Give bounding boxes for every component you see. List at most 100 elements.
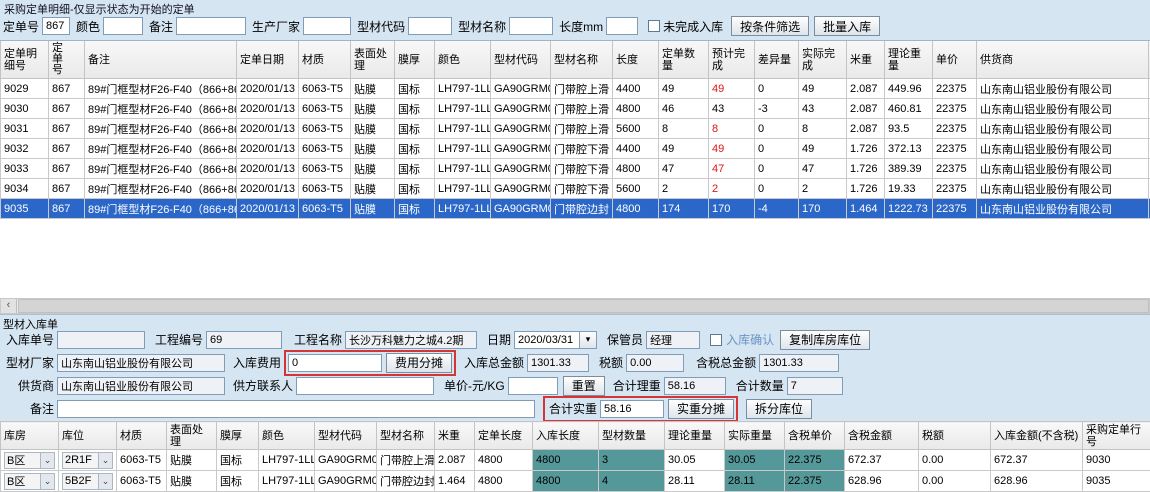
col-header-amount_notax[interactable]: 入库金额(不含税): [991, 422, 1083, 450]
col-header-in_length[interactable]: 入库长度: [533, 422, 599, 450]
cell-date[interactable]: 2020/01/13: [237, 139, 299, 159]
weight-share-button[interactable]: 实重分摊: [668, 399, 734, 419]
supplier-input[interactable]: [57, 377, 225, 395]
project-no-input[interactable]: [206, 331, 282, 349]
fee-share-button[interactable]: 费用分摊: [386, 353, 452, 373]
cell-m_weight[interactable]: 1.464: [847, 199, 885, 219]
col-header-m_weight[interactable]: 米重: [847, 41, 885, 79]
cell-amount_notax[interactable]: 628.96: [991, 471, 1083, 492]
cell-price[interactable]: 22375: [933, 99, 977, 119]
cell-surface[interactable]: 贴膜: [351, 159, 395, 179]
col-header-surface[interactable]: 表面处理: [351, 41, 395, 79]
col-header-t_weight[interactable]: 理论重量: [885, 41, 933, 79]
cell-surface[interactable]: 贴膜: [351, 119, 395, 139]
cell-t_weight[interactable]: 19.33: [885, 179, 933, 199]
cell-code[interactable]: GA90GRM04: [491, 179, 551, 199]
cell-name[interactable]: 门带腔下滑: [551, 179, 613, 199]
col-header-slot[interactable]: 库位: [59, 422, 117, 450]
reset-button[interactable]: 重置: [563, 376, 605, 396]
cell-t_weight[interactable]: 449.96: [885, 79, 933, 99]
cell-m_weight[interactable]: 1.464: [435, 471, 475, 492]
cell-expected[interactable]: 170: [709, 199, 755, 219]
order-row[interactable]: 903586789#门框型材F26-F40（866+867）2020/01/13…: [1, 199, 1150, 219]
col-header-supplier[interactable]: 供货商: [977, 41, 1149, 79]
cell-surface[interactable]: 贴膜: [351, 139, 395, 159]
cell-remark[interactable]: 89#门框型材F26-F40（866+867）: [85, 199, 237, 219]
filter-color-input[interactable]: [103, 17, 143, 35]
col-header-qty[interactable]: 型材数量: [599, 422, 665, 450]
fee-input[interactable]: [288, 354, 382, 372]
cell-m_weight[interactable]: 1.726: [847, 179, 885, 199]
cell-supplier[interactable]: 山东南山铝业股份有限公司: [977, 119, 1149, 139]
cell-film[interactable]: 国标: [395, 99, 435, 119]
cell-code[interactable]: GA90GRM03: [491, 119, 551, 139]
col-header-name[interactable]: 型材名称: [377, 422, 435, 450]
cell-qty[interactable]: 49: [659, 79, 709, 99]
horizontal-scrollbar[interactable]: ‹: [0, 298, 1150, 314]
total-amount-input[interactable]: [527, 354, 589, 372]
cell-t_weight[interactable]: 372.13: [885, 139, 933, 159]
cell-code[interactable]: GA90GRM05: [491, 199, 551, 219]
cell-warehouse[interactable]: B区⌄: [1, 471, 59, 492]
col-header-id[interactable]: 定单明细号: [1, 41, 49, 79]
cell-price[interactable]: 22375: [933, 79, 977, 99]
split-slot-button[interactable]: 拆分库位: [746, 399, 812, 419]
cell-id[interactable]: 9031: [1, 119, 49, 139]
cell-price[interactable]: 22375: [933, 139, 977, 159]
col-header-material[interactable]: 材质: [299, 41, 351, 79]
cell-expected[interactable]: 49: [709, 139, 755, 159]
cell-order_no[interactable]: 867: [49, 159, 85, 179]
cell-amount_tax[interactable]: 628.96: [845, 471, 919, 492]
cell-actual[interactable]: 8: [799, 119, 847, 139]
col-header-price_tax[interactable]: 含税单价: [785, 422, 845, 450]
cell-qty[interactable]: 4: [599, 471, 665, 492]
cell-price_tax[interactable]: 22.375: [785, 471, 845, 492]
tax-input[interactable]: [626, 354, 684, 372]
cell-qty[interactable]: 8: [659, 119, 709, 139]
col-header-tax[interactable]: 税额: [919, 422, 991, 450]
cell-supplier[interactable]: 山东南山铝业股份有限公司: [977, 139, 1149, 159]
cell-t_weight[interactable]: 460.81: [885, 99, 933, 119]
cell-name[interactable]: 门带腔下滑: [551, 139, 613, 159]
cell-film[interactable]: 国标: [395, 199, 435, 219]
cell-diff[interactable]: 0: [755, 119, 799, 139]
cell-film[interactable]: 国标: [395, 79, 435, 99]
cell-length[interactable]: 4800: [613, 199, 659, 219]
cell-supplier[interactable]: 山东南山铝业股份有限公司: [977, 79, 1149, 99]
cell-actual[interactable]: 47: [799, 159, 847, 179]
cell-material[interactable]: 6063-T5: [299, 159, 351, 179]
col-header-price[interactable]: 单价: [933, 41, 977, 79]
col-header-line_no[interactable]: 采购定单行号: [1083, 422, 1150, 450]
cell-film[interactable]: 国标: [395, 179, 435, 199]
cell-name[interactable]: 门带腔上滑: [551, 79, 613, 99]
cell-diff[interactable]: -3: [755, 99, 799, 119]
cell-remark[interactable]: 89#门框型材F26-F40（866+867）: [85, 139, 237, 159]
cell-expected[interactable]: 8: [709, 119, 755, 139]
cell-slot[interactable]: 5B2F⌄: [59, 471, 117, 492]
cell-length[interactable]: 4800: [613, 159, 659, 179]
cell-in_length[interactable]: 4800: [533, 450, 599, 471]
col-header-order_length[interactable]: 定单长度: [475, 422, 533, 450]
cell-material[interactable]: 6063-T5: [117, 450, 167, 471]
cell-qty[interactable]: 49: [659, 139, 709, 159]
col-header-material[interactable]: 材质: [117, 422, 167, 450]
col-header-film[interactable]: 膜厚: [217, 422, 259, 450]
cell-qty[interactable]: 174: [659, 199, 709, 219]
cell-price[interactable]: 22375: [933, 159, 977, 179]
cell-color[interactable]: LH797-1LL0: [435, 119, 491, 139]
col-header-amount_tax[interactable]: 含税金额: [845, 422, 919, 450]
receipt-no-input[interactable]: [57, 331, 145, 349]
cell-slot[interactable]: 2R1F⌄: [59, 450, 117, 471]
cell-supplier[interactable]: 山东南山铝业股份有限公司: [977, 199, 1149, 219]
cell-t_weight[interactable]: 30.05: [665, 450, 725, 471]
cell-order_no[interactable]: 867: [49, 139, 85, 159]
col-header-a_weight[interactable]: 实际重量: [725, 422, 785, 450]
order-row[interactable]: 903286789#门框型材F26-F40（866+867）2020/01/13…: [1, 139, 1150, 159]
cell-a_weight[interactable]: 28.11: [725, 471, 785, 492]
cell-order_length[interactable]: 4800: [475, 471, 533, 492]
cell-expected[interactable]: 49: [709, 79, 755, 99]
cell-length[interactable]: 5600: [613, 179, 659, 199]
cell-t_weight[interactable]: 28.11: [665, 471, 725, 492]
cell-name[interactable]: 门带腔下滑: [551, 159, 613, 179]
cell-surface[interactable]: 贴膜: [351, 99, 395, 119]
